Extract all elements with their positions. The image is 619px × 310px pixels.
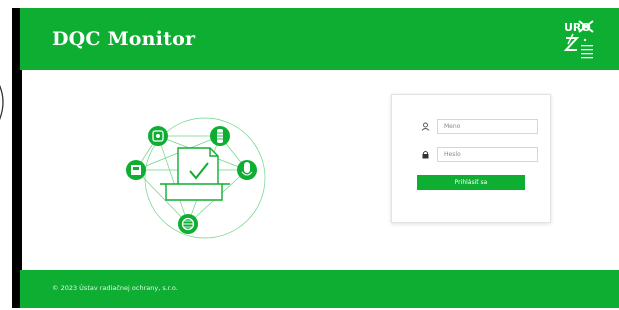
username-row (419, 119, 538, 134)
network-illustration (126, 117, 266, 239)
edge-arc (0, 84, 4, 120)
app-window: DQC Monitor URO Meno Prihlásiť sa © 2023… (20, 8, 619, 308)
left-edge (20, 70, 22, 270)
copyright-text: © 2023 Ústav radiačnej ochrany, s.r.o. (52, 284, 178, 292)
password-input[interactable] (437, 147, 538, 162)
login-card: Prihlásiť sa (391, 94, 551, 223)
lock-icon (419, 149, 431, 161)
login-button[interactable]: Prihlásiť sa (417, 175, 525, 190)
username-input[interactable] (437, 119, 538, 134)
footer-bar: © 2023 Ústav radiačnej ochrany, s.r.o. (20, 270, 619, 308)
password-row (419, 147, 538, 162)
app-title: DQC Monitor (52, 28, 196, 50)
uro-logo: URO (563, 20, 594, 59)
header-bar: DQC Monitor URO (20, 8, 619, 70)
user-icon (419, 121, 431, 133)
